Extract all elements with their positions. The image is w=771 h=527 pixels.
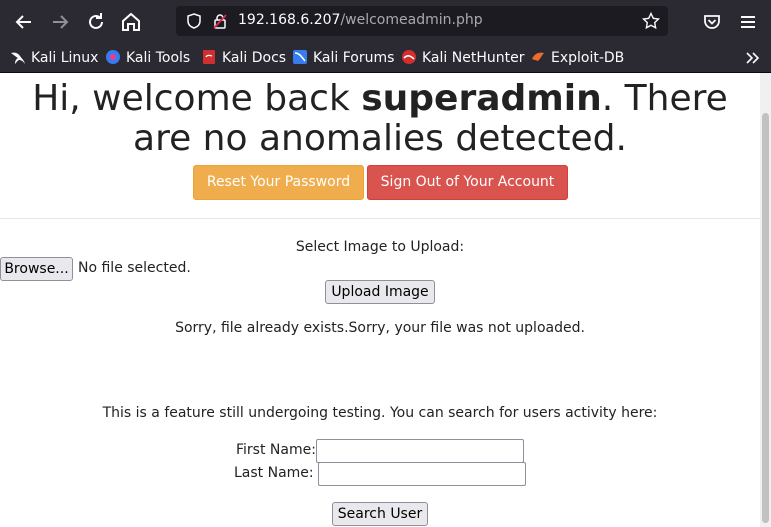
browser-toolbar: 192.168.6.207/welcomeadmin.php <box>0 0 771 44</box>
hamburger-menu-icon[interactable] <box>736 10 760 34</box>
username: superadmin <box>361 78 602 119</box>
reset-password-button[interactable]: Reset Your Password <box>193 165 364 200</box>
file-status: No file selected. <box>78 260 191 276</box>
home-icon[interactable] <box>119 10 143 34</box>
divider <box>0 218 760 219</box>
back-arrow-icon[interactable] <box>12 10 36 34</box>
welcome-heading: Hi, welcome back superadmin. There are n… <box>0 79 760 159</box>
bookmark-label: Kali Linux <box>31 50 99 66</box>
scrollbar-thumb[interactable] <box>762 113 769 523</box>
pocket-icon[interactable] <box>700 10 724 34</box>
url-host: 192.168.6.207 <box>238 12 341 28</box>
last-name-input[interactable] <box>318 462 526 486</box>
kali-nethunter-icon <box>401 49 417 65</box>
bookmark-kali-tools[interactable]: Kali Tools <box>105 48 190 68</box>
upload-heading: Select Image to Upload: <box>295 239 465 255</box>
reload-icon[interactable] <box>84 10 108 34</box>
bookmark-label: Kali Tools <box>126 50 191 66</box>
search-intro: This is a feature still undergoing testi… <box>102 405 658 421</box>
page-viewport: Hi, welcome back superadmin. There are n… <box>0 73 760 527</box>
kali-tools-icon <box>105 49 121 65</box>
bookmark-kali-linux[interactable]: Kali Linux <box>10 48 98 68</box>
forward-arrow-icon[interactable] <box>48 10 72 34</box>
bookmark-exploit-db[interactable]: Exploit-DB <box>530 48 624 68</box>
vertical-scrollbar[interactable] <box>760 73 771 527</box>
bookmarks-overflow-icon[interactable] <box>744 48 760 68</box>
url-path: /welcomeadmin.php <box>340 12 483 28</box>
greeting-prefix: Hi, welcome back <box>32 78 362 119</box>
exploit-db-icon <box>530 49 546 65</box>
browse-button[interactable]: Browse... <box>0 257 73 281</box>
bookmark-label: Kali Docs <box>222 50 287 66</box>
bookmark-label: Kali Forums <box>313 50 395 66</box>
bookmarks-toolbar: Kali Linux Kali Tools Kali Docs Kali For… <box>0 44 771 73</box>
bookmark-star-icon[interactable] <box>641 11 661 34</box>
bookmark-label: Exploit-DB <box>551 50 625 66</box>
shield-icon[interactable] <box>186 13 202 33</box>
bookmark-label: Kali NetHunter <box>422 50 525 66</box>
bookmark-kali-nethunter[interactable]: Kali NetHunter <box>401 48 524 68</box>
kali-forums-icon <box>292 49 308 65</box>
url-bar[interactable]: 192.168.6.207/welcomeadmin.php <box>176 6 668 36</box>
sign-out-button[interactable]: Sign Out of Your Account <box>367 165 568 200</box>
kali-docs-icon <box>201 49 217 65</box>
first-name-label: First Name: <box>236 442 316 458</box>
upload-result-message: Sorry, file already exists.Sorry, your f… <box>175 320 585 336</box>
insecure-lock-icon[interactable] <box>212 13 228 33</box>
search-user-button[interactable]: Search User <box>332 502 428 526</box>
bookmark-kali-forums[interactable]: Kali Forums <box>292 48 394 68</box>
kali-dragon-icon <box>10 49 26 65</box>
url-text[interactable]: 192.168.6.207/welcomeadmin.php <box>238 12 483 28</box>
first-name-input[interactable] <box>316 439 524 463</box>
bookmark-kali-docs[interactable]: Kali Docs <box>201 48 286 68</box>
upload-image-button[interactable]: Upload Image <box>325 280 435 304</box>
last-name-label: Last Name: <box>234 465 314 481</box>
